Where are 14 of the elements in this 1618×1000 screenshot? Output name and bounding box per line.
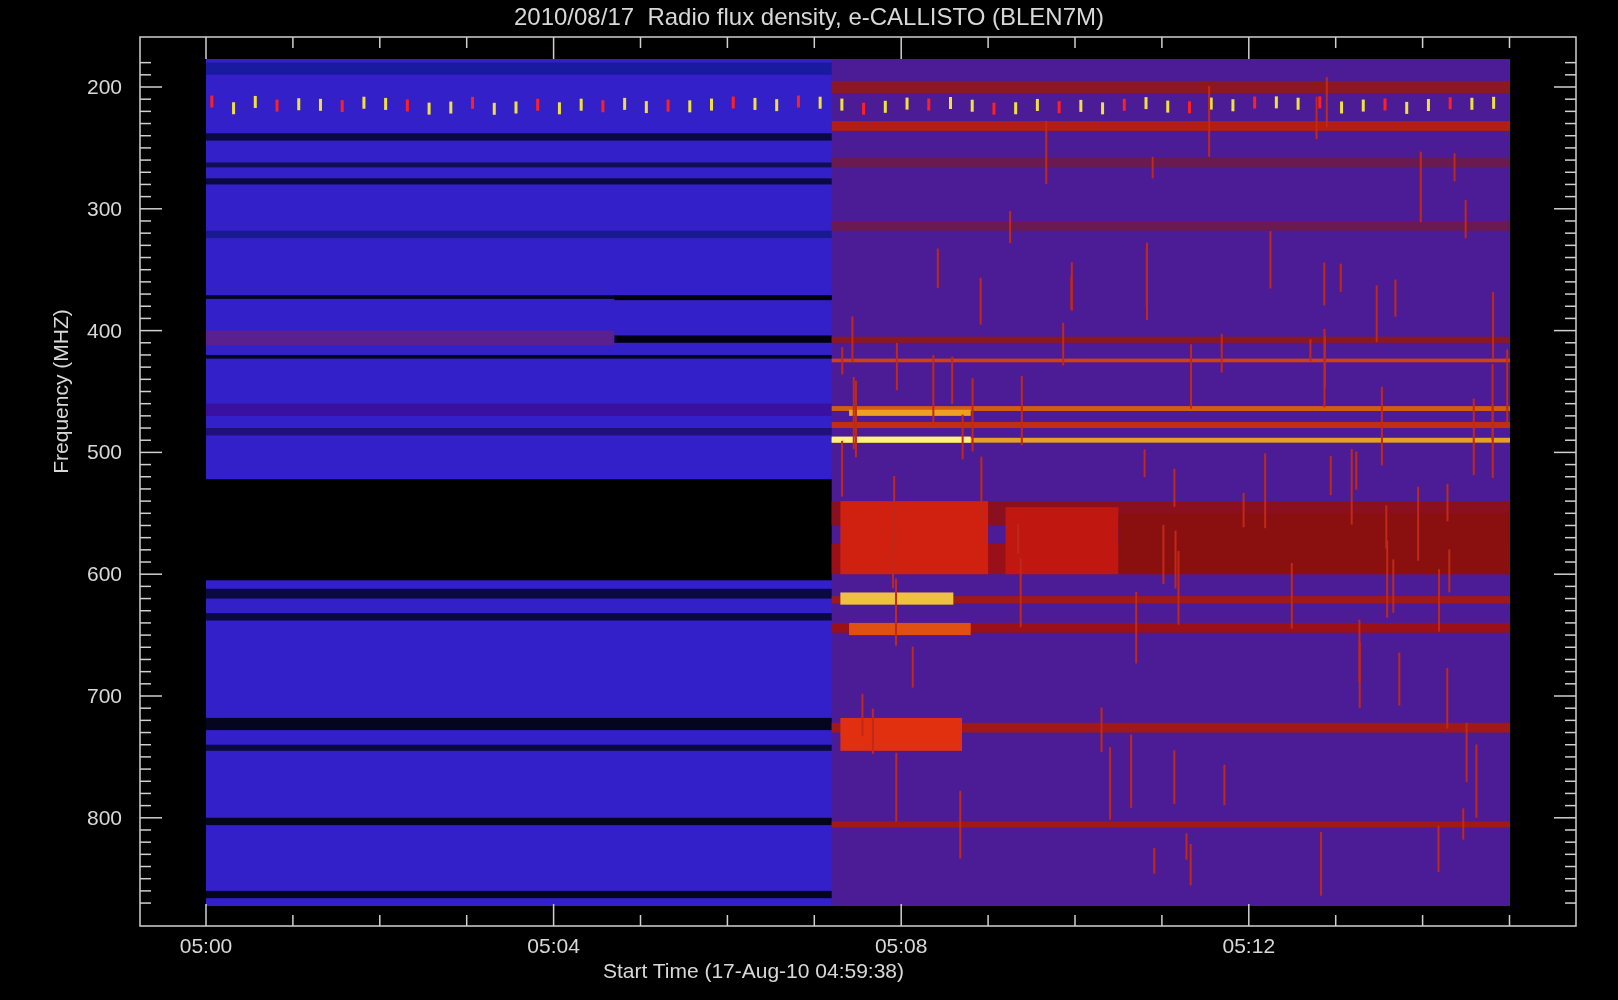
x-tick-label: 05:08 (874, 934, 928, 957)
y-tick-label: 300 (86, 196, 122, 220)
x-tick-label: 05:12 (1222, 934, 1276, 957)
y-tick-label: 500 (86, 440, 122, 464)
x-axis-label: Start Time (17-Aug-10 04:59:38) (602, 959, 905, 982)
x-tick-label: 05:04 (527, 934, 580, 957)
y-tick-label: 700 (86, 684, 122, 707)
y-axis-label: Frequency (MHZ) (49, 309, 72, 474)
y-tick-label: 200 (86, 75, 122, 98)
y-tick-label: 400 (86, 318, 122, 342)
y-tick-label: 800 (86, 805, 122, 829)
y-tick-label: 600 (86, 562, 122, 586)
x-tick-label: 05:00 (179, 934, 233, 957)
chart-title: 2010/08/17 Radio flux density, e-CALLISTO (BLEN7M) (513, 3, 1105, 30)
